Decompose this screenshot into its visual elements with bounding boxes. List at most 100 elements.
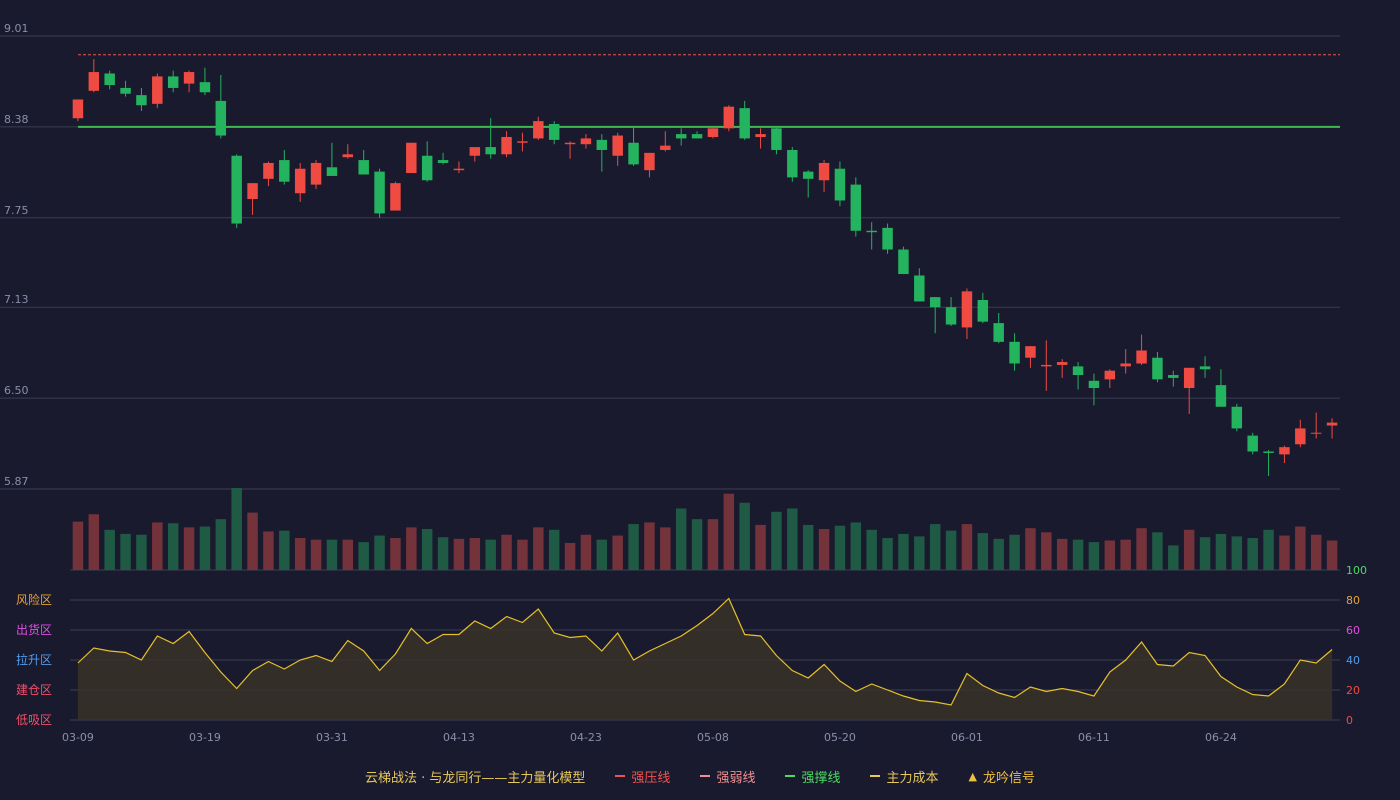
volume-bar xyxy=(961,524,973,570)
legend-title: 云梯战法 · 与龙同行——主力量化模型 xyxy=(365,770,586,786)
volume-bar xyxy=(628,524,639,570)
volume-bar xyxy=(1231,536,1243,570)
volume-bar xyxy=(342,539,354,570)
price-tick-label: 9.01 xyxy=(4,22,29,35)
volume-bar xyxy=(294,538,306,570)
legend-item-main-cost[interactable]: 主力成本 xyxy=(870,767,938,786)
candle-body xyxy=(485,147,496,155)
volume-bar xyxy=(929,524,941,570)
candle-body xyxy=(564,142,576,145)
legend-item-strength-line[interactable]: 强弱线 xyxy=(700,767,755,786)
volume-bar xyxy=(247,512,258,570)
price-tick-label: 7.75 xyxy=(4,204,29,217)
legend-label: 龙吟信号 xyxy=(982,770,1035,786)
volume-bar xyxy=(1072,539,1084,570)
candle-body xyxy=(247,183,258,200)
volume-bar xyxy=(1168,545,1179,570)
candle-body xyxy=(1088,380,1100,389)
candle-body xyxy=(104,73,115,86)
main-cost-line-icon xyxy=(870,775,881,777)
volume-bar xyxy=(945,530,957,570)
candle-body xyxy=(1295,428,1306,445)
zone-label: 低吸区 xyxy=(16,713,52,727)
x-tick-label: 03-09 xyxy=(62,731,94,744)
price-tick-label: 8.38 xyxy=(4,113,29,126)
volume-bar xyxy=(1326,540,1338,570)
volume-bar xyxy=(88,514,100,570)
candle-body xyxy=(406,142,417,174)
volume-bar xyxy=(374,535,385,570)
candle-body xyxy=(802,171,814,179)
legend-label: 强弱线 xyxy=(716,770,756,786)
candle-body xyxy=(72,99,84,119)
candle-body xyxy=(914,275,925,302)
x-tick-label: 03-19 xyxy=(189,731,221,744)
strong-support-line-icon xyxy=(785,775,796,777)
volume-bar xyxy=(469,538,481,570)
candle-body xyxy=(136,95,147,106)
legend-item-strong-support[interactable]: 强撑线 xyxy=(785,767,840,786)
candle-body xyxy=(469,147,481,156)
x-tick-label: 04-23 xyxy=(570,731,602,744)
oscillator-tick-label: 100 xyxy=(1346,564,1367,577)
volume-bar xyxy=(120,533,131,570)
volume-bar xyxy=(993,538,1004,570)
volume-bar xyxy=(183,527,195,570)
candle-body xyxy=(1009,341,1020,364)
x-tick-label: 06-24 xyxy=(1205,731,1237,744)
candle-body xyxy=(294,168,306,194)
candle-body xyxy=(612,135,623,156)
candle-body xyxy=(660,145,671,150)
candle-body xyxy=(1152,357,1163,380)
candle-body xyxy=(342,154,354,158)
candle-body xyxy=(834,168,846,201)
candle-body xyxy=(993,323,1004,342)
candle-body xyxy=(501,136,512,155)
price-tick-label: 6.50 xyxy=(4,384,29,397)
candle-body xyxy=(882,227,893,250)
candle-body xyxy=(1183,367,1195,389)
candle-body xyxy=(1041,364,1052,367)
candle-body xyxy=(310,162,322,185)
price-tick-label: 7.13 xyxy=(4,293,29,306)
candle-body xyxy=(929,297,941,308)
candle-body xyxy=(755,134,766,137)
candle-body xyxy=(231,155,242,224)
volume-bar xyxy=(485,539,496,570)
candle-body xyxy=(1279,447,1290,455)
candle-body xyxy=(326,167,338,176)
candle-body xyxy=(1104,370,1116,380)
volume-bar xyxy=(1199,537,1211,570)
strong-pressure-line-icon xyxy=(615,775,626,777)
candle-body xyxy=(691,134,703,139)
volume-bar xyxy=(231,488,242,570)
x-tick-label: 06-01 xyxy=(951,731,983,744)
volume-bar xyxy=(882,538,893,570)
volume-bar xyxy=(564,542,576,570)
candle-body xyxy=(120,87,131,94)
volume-bar xyxy=(1152,532,1163,570)
candle-body xyxy=(945,307,957,325)
volume-bar xyxy=(517,539,528,570)
volume-bar xyxy=(771,511,782,570)
volume-bar xyxy=(1215,533,1227,570)
volume-bar xyxy=(850,522,862,570)
legend-item-dragon-signal[interactable]: ▲ 龙吟信号 xyxy=(968,767,1034,786)
strength-line-icon xyxy=(700,775,711,777)
x-tick-label: 05-08 xyxy=(697,731,729,744)
volume-bar xyxy=(421,529,433,570)
volume-bar xyxy=(1136,528,1147,570)
legend-item-strong-pressure[interactable]: 强压线 xyxy=(615,767,670,786)
chart-canvas[interactable]: 9.01 8.38 7.75 7.13 6.50 5.87 0 20 40 60 80 100 风险区出… xyxy=(0,0,1400,800)
volume-bar xyxy=(707,519,719,570)
candle-body xyxy=(628,142,639,165)
volume-bar xyxy=(914,536,925,570)
volume-bar xyxy=(548,529,560,570)
volume-bar xyxy=(1088,542,1100,570)
zone-label: 建仓区 xyxy=(16,683,52,697)
candle-body xyxy=(580,138,592,145)
volume-bar xyxy=(1120,539,1131,570)
volume-bar xyxy=(406,527,417,570)
volume-bar xyxy=(358,542,369,570)
volume-bar xyxy=(1183,529,1195,570)
